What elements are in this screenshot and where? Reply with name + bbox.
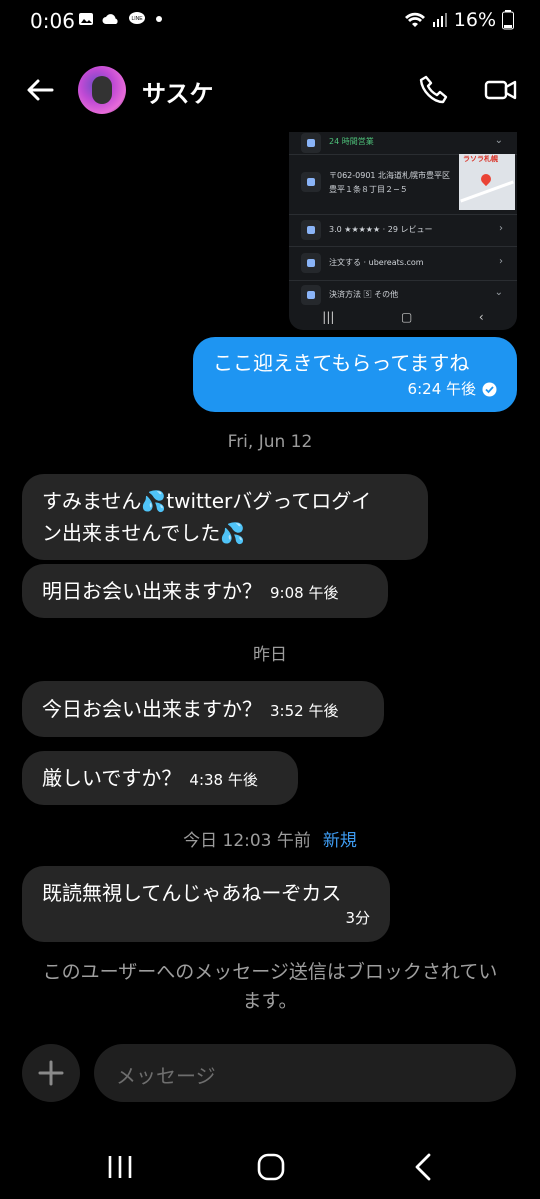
blocked-notice-line: ます。 xyxy=(242,990,298,1012)
chevron-down-icon: ⌄ xyxy=(494,135,503,146)
hours-row: 24 時間営業 ⌄ xyxy=(289,132,517,155)
date-separator: Fri, Jun 12 xyxy=(227,432,313,452)
date-separator: 昨日 xyxy=(253,645,287,665)
status-right: 16% xyxy=(404,9,514,31)
chevron-right-icon: › xyxy=(499,223,503,234)
card-icon xyxy=(301,285,321,305)
battery-icon xyxy=(502,10,514,30)
message-input-placeholder: メッセージ xyxy=(116,1064,216,1088)
message-bubble-incoming[interactable]: 明日お会い出来ますか？ 9:08 午後 xyxy=(22,564,388,618)
status-left-icons: LINE xyxy=(78,11,164,27)
message-text: 明日お会い出来ますか？ xyxy=(42,579,262,603)
message-bubble-incoming[interactable]: すみません💦twitterバグってログイ ン出来ませんでした💦 xyxy=(22,474,428,560)
blocked-notice: このユーザーへのメッセージ送信はブロックされてい ます。 xyxy=(20,958,520,1016)
message-content: 明日お会い出来ますか？ 9:08 午後 xyxy=(42,576,338,608)
message-input[interactable]: メッセージ xyxy=(94,1044,516,1102)
add-attachment-button[interactable] xyxy=(22,1044,80,1102)
dot-icon xyxy=(156,16,162,22)
order-row: 注文する · ubereats.com › xyxy=(289,246,517,281)
message-text: 厳しいですか？ xyxy=(42,766,182,790)
chevron-down-icon: ⌄ xyxy=(494,287,503,298)
message-time: 6:24 午後 xyxy=(407,380,476,398)
message-time: 3分 xyxy=(345,909,370,927)
cart-icon xyxy=(301,253,321,273)
contact-name[interactable]: サスケ xyxy=(142,74,214,109)
wifi-icon xyxy=(404,12,425,27)
date-separator: 今日 12:03 午前 新規 xyxy=(0,826,540,851)
message-content: 今日お会い出来ますか？ 3:52 午後 xyxy=(42,694,338,726)
map-label: ラソラ札幌 xyxy=(463,155,498,163)
star-icon xyxy=(301,220,321,240)
plus-icon xyxy=(38,1060,64,1086)
message-bubble-incoming[interactable]: 今日お会い出来ますか？ 3:52 午後 xyxy=(22,681,384,737)
back-icon: ‹ xyxy=(478,310,484,324)
recents-icon: ||| xyxy=(322,310,335,324)
status-bar: 0:06 LINE 16% xyxy=(0,0,540,44)
status-time: 0:06 xyxy=(30,9,75,33)
clock-icon xyxy=(301,133,321,153)
home-icon: ▢ xyxy=(400,310,413,324)
map-pin-icon xyxy=(478,171,494,187)
rating-text: 3.0 ★★★★★ · 29 レビュー xyxy=(329,225,433,234)
message-content: 厳しいですか？ 4:38 午後 xyxy=(42,763,258,795)
read-check-icon xyxy=(482,382,497,396)
hours-text: 24 時間営業 xyxy=(329,137,374,146)
message-line: ン出来ませんでした💦 xyxy=(42,521,246,545)
map-thumbnail: ラソラ札幌 xyxy=(459,154,515,210)
message-time: 3:52 午後 xyxy=(270,702,339,720)
payment-text: 決済方法 🅂 その他 xyxy=(329,290,399,299)
system-nav-bar xyxy=(0,1140,540,1199)
chevron-right-icon: › xyxy=(499,256,503,267)
message-bubble-incoming[interactable]: 厳しいですか？ 4:38 午後 xyxy=(22,751,298,805)
line-app-icon: LINE xyxy=(129,12,145,24)
cloud-icon xyxy=(102,14,118,25)
phone-icon[interactable] xyxy=(418,74,450,106)
shared-image[interactable]: 24 時間営業 ⌄ 〒062-0901 北海道札幌市豊平区 豊平１条８丁目２−５… xyxy=(289,132,517,330)
rating-row: 3.0 ★★★★★ · 29 レビュー › xyxy=(289,214,517,247)
location-pin-icon xyxy=(301,172,321,192)
conversation-header: サスケ xyxy=(0,60,540,120)
message-bubble-incoming[interactable]: 既読無視してんじゃあねーぞカス 3分 xyxy=(22,866,390,942)
image-nav-bar: ||| ▢ ‹ xyxy=(289,304,517,330)
svg-text:LINE: LINE xyxy=(131,16,143,22)
message-line: すみません💦twitterバグってログイ xyxy=(42,489,372,513)
order-text: 注文する · ubereats.com xyxy=(329,258,424,267)
address-line2: 豊平１条８丁目２−５ xyxy=(329,185,408,194)
message-time: 9:08 午後 xyxy=(270,584,339,602)
message-text: 今日お会い出来ますか？ xyxy=(42,697,262,721)
message-bubble-outgoing[interactable]: ここ迎えきてもらってますね 6:24 午後 xyxy=(193,337,517,412)
message-text: 既読無視してんじゃあねーぞカス xyxy=(42,881,342,905)
back-icon[interactable] xyxy=(412,1152,434,1182)
back-arrow-icon[interactable] xyxy=(24,74,56,106)
home-icon[interactable] xyxy=(256,1152,286,1182)
battery-percent: 16% xyxy=(453,9,496,31)
avatar[interactable] xyxy=(78,66,126,114)
message-text: ここ迎えきてもらってますね xyxy=(213,351,470,375)
signal-icon xyxy=(432,13,447,27)
recents-icon[interactable] xyxy=(106,1154,134,1180)
address-line1: 〒062-0901 北海道札幌市豊平区 xyxy=(329,171,451,180)
payment-row: 決済方法 🅂 その他 ⌄ xyxy=(289,280,517,305)
video-camera-icon[interactable] xyxy=(484,74,518,106)
message-composer: メッセージ xyxy=(0,1042,540,1104)
blocked-notice-line: このユーザーへのメッセージ送信はブロックされてい xyxy=(42,961,498,983)
date-separator-text: 今日 12:03 午前 xyxy=(183,831,311,851)
image-icon xyxy=(79,13,93,25)
message-time: 4:38 午後 xyxy=(189,771,258,789)
new-badge: 新規 xyxy=(322,831,357,851)
message-meta: 6:24 午後 xyxy=(408,379,497,399)
